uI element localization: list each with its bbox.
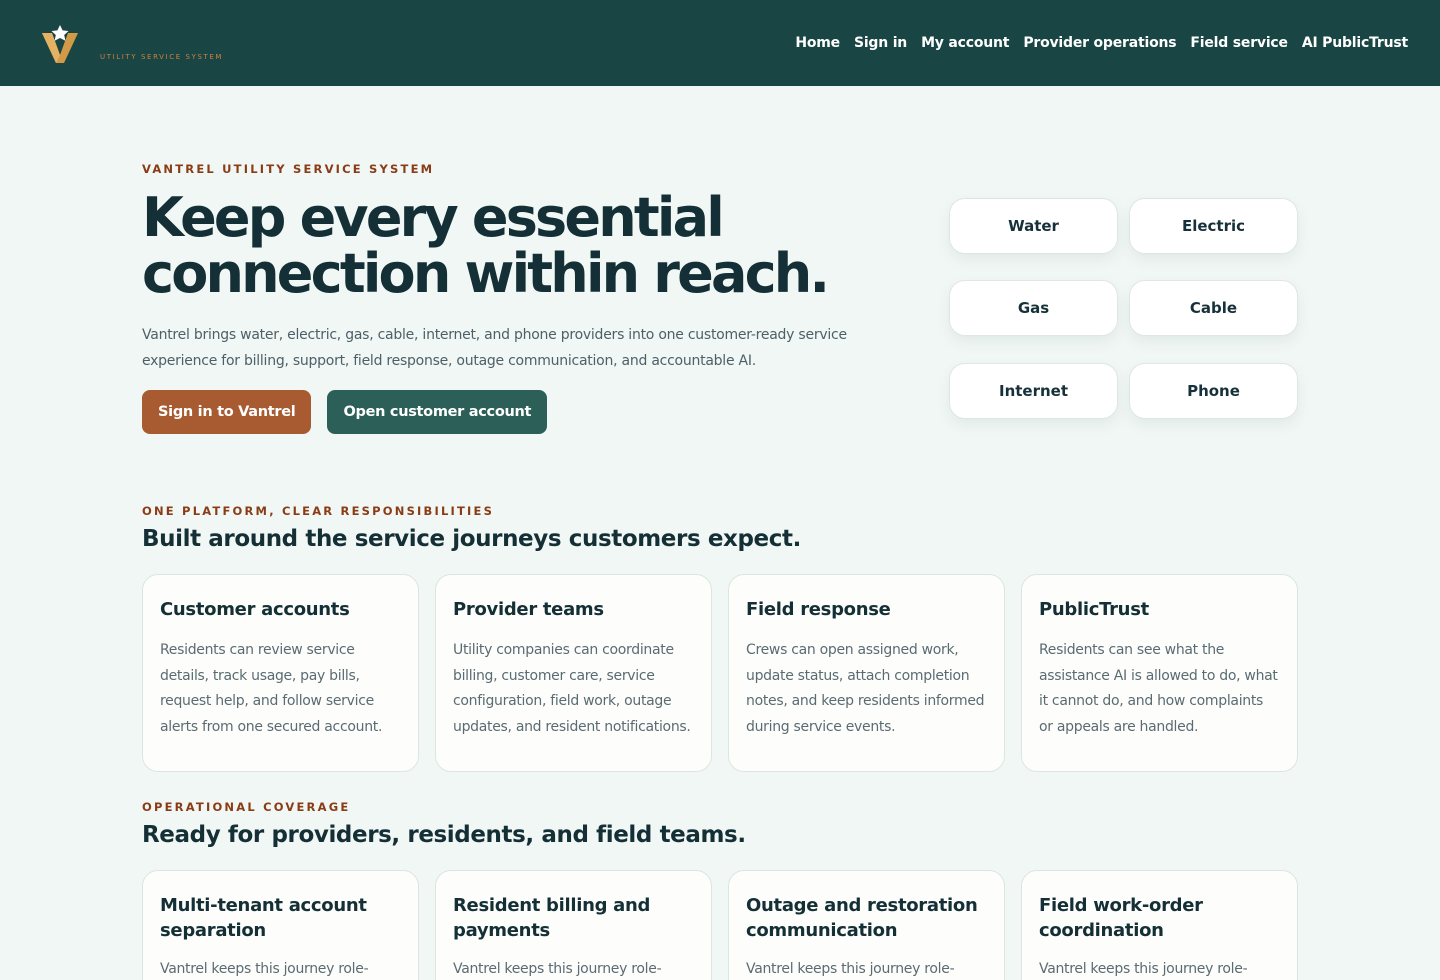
card-field-response: Field response Crews can open assigned w… — [728, 574, 1005, 772]
card-title: Field response — [746, 599, 891, 620]
card-title: Resident billing and payments — [453, 895, 651, 941]
nav-home[interactable]: Home — [795, 35, 840, 51]
coverage-section: OPERATIONAL COVERAGE Ready for providers… — [142, 772, 1298, 980]
nav-field-service[interactable]: Field service — [1190, 35, 1288, 51]
card-provider-teams: Provider teams Utility companies can coo… — [435, 574, 712, 772]
card-title: Outage and restoration communication — [746, 895, 978, 941]
open-account-button[interactable]: Open customer account — [327, 390, 548, 434]
card-title: Multi-tenant account separation — [160, 895, 367, 941]
nav-ai-publictrust[interactable]: AI PublicTrust — [1302, 35, 1408, 51]
main-content: VANTREL UTILITY SERVICE SYSTEM Keep ever… — [0, 86, 1440, 980]
service-water[interactable]: Water — [949, 198, 1118, 254]
card-customer-accounts: Customer accounts Residents can review s… — [142, 574, 419, 772]
platform-title: Built around the service journeys custom… — [142, 526, 801, 552]
platform-section: ONE PLATFORM, CLEAR RESPONSIBILITIES Bui… — [142, 434, 1298, 772]
card-billing-payments: Resident billing and payments Vantrel ke… — [435, 870, 712, 980]
hero-title-line-2: connection within reach. — [142, 242, 830, 305]
card-multi-tenant: Multi-tenant account separation Vantrel … — [142, 870, 419, 980]
hero-lead: Vantrel brings water, electric, gas, cab… — [142, 327, 847, 369]
card-body: Vantrel keeps this journey role- — [160, 961, 369, 977]
card-body: Vantrel keeps this journey role- — [453, 961, 662, 977]
service-internet[interactable]: Internet — [949, 362, 1118, 419]
hero-eyebrow: VANTREL UTILITY SERVICE SYSTEM — [142, 162, 435, 176]
card-field-work-orders: Field work-order coordination Vantrel ke… — [1021, 870, 1298, 980]
sign-in-button[interactable]: Sign in to Vantrel — [142, 390, 312, 434]
nav-my-account[interactable]: My account — [921, 35, 1009, 51]
card-title: PublicTrust — [1039, 599, 1149, 620]
brand[interactable]: UTILITY SERVICE SYSTEM — [40, 21, 223, 65]
card-body: Vantrel keeps this journey role- — [1039, 961, 1248, 977]
platform-cards: Customer accounts Residents can review s… — [142, 574, 1298, 772]
hero-copy: VANTREL UTILITY SERVICE SYSTEM Keep ever… — [142, 162, 862, 434]
hero-title: Keep every essential connection within r… — [142, 190, 862, 302]
vantrel-logo-icon[interactable] — [40, 25, 80, 65]
card-title: Provider teams — [453, 599, 604, 620]
hero-actions: Sign in to Vantrel Open customer account — [142, 390, 862, 434]
card-body: Residents can see what the assistance AI… — [1039, 642, 1278, 735]
card-outage-communication: Outage and restoration communication Van… — [728, 870, 1005, 980]
service-gas[interactable]: Gas — [949, 280, 1118, 337]
card-body: Residents can review service details, tr… — [160, 642, 383, 735]
service-grid: Water Electric Gas Cable Internet Phone — [949, 198, 1298, 434]
service-electric[interactable]: Electric — [1129, 198, 1298, 254]
coverage-cards: Multi-tenant account separation Vantrel … — [142, 870, 1298, 980]
platform-eyebrow: ONE PLATFORM, CLEAR RESPONSIBILITIES — [142, 504, 495, 518]
coverage-eyebrow: OPERATIONAL COVERAGE — [142, 800, 351, 814]
hero-title-line-1: Keep every essential — [142, 186, 725, 249]
main-nav: Home Sign in My account Provider operati… — [795, 35, 1408, 51]
site-header: UTILITY SERVICE SYSTEM Home Sign in My a… — [0, 0, 1440, 86]
service-cable[interactable]: Cable — [1129, 280, 1298, 337]
card-body: Utility companies can coordinate billing… — [453, 642, 691, 735]
hero: VANTREL UTILITY SERVICE SYSTEM Keep ever… — [142, 86, 1298, 434]
nav-sign-in[interactable]: Sign in — [854, 35, 907, 51]
card-body: Crews can open assigned work, update sta… — [746, 642, 985, 735]
coverage-title: Ready for providers, residents, and fiel… — [142, 822, 746, 848]
card-publictrust: PublicTrust Residents can see what the a… — [1021, 574, 1298, 772]
brand-tagline: UTILITY SERVICE SYSTEM — [100, 53, 224, 61]
nav-provider-operations[interactable]: Provider operations — [1023, 35, 1176, 51]
card-title: Customer accounts — [160, 599, 350, 620]
card-body: Vantrel keeps this journey role- — [746, 961, 955, 977]
card-title: Field work-order coordination — [1039, 895, 1203, 941]
service-phone[interactable]: Phone — [1129, 362, 1298, 419]
